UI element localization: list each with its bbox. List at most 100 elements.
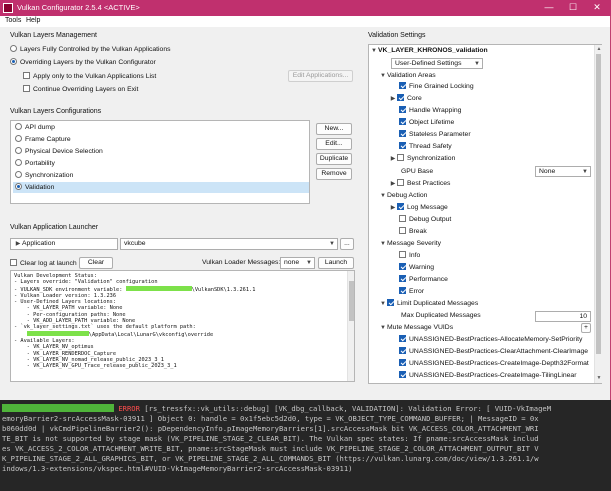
max-duplicated-input[interactable]: 10 bbox=[535, 311, 591, 322]
chevron-right-icon[interactable]: ▶ bbox=[14, 239, 22, 249]
edit-configuration-button[interactable]: Edit... bbox=[316, 138, 352, 150]
chevron-down-icon[interactable]: ▼ bbox=[379, 323, 387, 333]
vuid-item[interactable]: UNASSIGNED-BestPractices-ClearAttachment… bbox=[399, 347, 588, 357]
checkbox-continue-on-exit[interactable]: Continue Overriding Layers on Exit bbox=[23, 85, 138, 93]
checkbox[interactable] bbox=[399, 106, 406, 113]
vuid-item[interactable]: UNASSIGNED-BestPractices-AllocateMemory-… bbox=[399, 335, 582, 345]
chevron-right-icon[interactable]: ▶ bbox=[389, 203, 397, 213]
application-select[interactable]: vkcube ▼ bbox=[120, 238, 338, 250]
config-item-portability[interactable]: Portability bbox=[13, 158, 309, 169]
validation-settings-tree[interactable]: ▼VK_LAYER_KHRONOS_validation User-Define… bbox=[368, 44, 602, 384]
setting-limit-duplicated[interactable]: ▼ Limit Duplicated Messages bbox=[379, 299, 478, 309]
setting-debug-output[interactable]: Debug Output bbox=[399, 215, 451, 225]
setting-break[interactable]: Break bbox=[399, 227, 427, 237]
checkbox[interactable] bbox=[23, 72, 30, 79]
add-vuid-button[interactable]: + bbox=[581, 323, 591, 333]
settings-scrollbar[interactable]: ▲ ▼ bbox=[594, 45, 602, 383]
radio-button[interactable] bbox=[15, 135, 22, 142]
node-debug-action[interactable]: ▼Debug Action bbox=[379, 191, 427, 201]
chevron-right-icon[interactable]: ▶ bbox=[389, 154, 397, 164]
node-message-severity[interactable]: ▼Message Severity bbox=[379, 239, 441, 249]
checkbox-apply-only[interactable]: Apply only to the Vulkan Applications Li… bbox=[23, 72, 156, 80]
setting-log-message[interactable]: ▶ Log Message bbox=[389, 203, 448, 213]
checkbox[interactable] bbox=[399, 215, 406, 222]
setting-core[interactable]: ▶ Core bbox=[389, 94, 422, 104]
checkbox[interactable] bbox=[399, 263, 406, 270]
clear-log-button[interactable]: Clear bbox=[79, 257, 113, 269]
config-item-synchronization[interactable]: Synchronization bbox=[13, 170, 309, 181]
layer-node[interactable]: ▼VK_LAYER_KHRONOS_validation bbox=[370, 46, 488, 56]
checkbox[interactable] bbox=[23, 85, 30, 92]
chevron-down-icon[interactable]: ▼ bbox=[379, 299, 387, 309]
config-item-frame-capture[interactable]: Frame Capture bbox=[13, 134, 309, 145]
config-item-validation[interactable]: Validation bbox=[13, 182, 309, 193]
setting-performance[interactable]: Performance bbox=[399, 275, 448, 285]
configurations-list[interactable]: API dump Frame Capture Physical Device S… bbox=[10, 120, 310, 204]
duplicate-configuration-button[interactable]: Duplicate bbox=[316, 153, 352, 165]
checkbox[interactable] bbox=[399, 251, 406, 258]
radio-button[interactable] bbox=[15, 171, 22, 178]
checkbox[interactable] bbox=[397, 94, 404, 101]
radio-button[interactable] bbox=[15, 147, 22, 154]
scroll-down-icon[interactable]: ▼ bbox=[595, 374, 603, 382]
chevron-right-icon[interactable]: ▶ bbox=[389, 94, 397, 104]
checkbox[interactable] bbox=[399, 142, 406, 149]
loader-messages-select[interactable]: none ▼ bbox=[280, 257, 315, 269]
chevron-down-icon[interactable]: ▼ bbox=[379, 191, 387, 201]
setting-thread-safety[interactable]: Thread Safety bbox=[399, 142, 452, 152]
browse-application-button[interactable]: ... bbox=[340, 238, 354, 250]
setting-fine-grained-locking[interactable]: Fine Grained Locking bbox=[399, 82, 474, 92]
checkbox[interactable] bbox=[397, 179, 404, 186]
checkbox[interactable] bbox=[399, 287, 406, 294]
edit-applications-button[interactable]: Edit Applications... bbox=[288, 70, 353, 82]
config-item-api-dump[interactable]: API dump bbox=[13, 122, 309, 133]
radio-button[interactable] bbox=[15, 183, 22, 190]
checkbox[interactable] bbox=[399, 227, 406, 234]
setting-stateless-parameter[interactable]: Stateless Parameter bbox=[399, 130, 471, 140]
checkbox[interactable] bbox=[397, 203, 404, 210]
checkbox[interactable] bbox=[387, 299, 394, 306]
scroll-up-icon[interactable]: ▲ bbox=[595, 45, 603, 53]
new-configuration-button[interactable]: New... bbox=[316, 123, 352, 135]
setting-error[interactable]: Error bbox=[399, 287, 424, 297]
setting-object-lifetime[interactable]: Object Lifetime bbox=[399, 118, 454, 128]
scroll-thumb[interactable] bbox=[596, 54, 601, 354]
checkbox-clear-log[interactable]: Clear log at launch bbox=[10, 259, 77, 267]
node-validation-areas[interactable]: ▼Validation Areas bbox=[379, 71, 436, 81]
checkbox[interactable] bbox=[399, 371, 406, 378]
radio-override[interactable]: Overriding Layers by the Vulkan Configur… bbox=[10, 58, 156, 66]
menu-tools[interactable]: Tools bbox=[5, 17, 21, 24]
minimize-button[interactable]: — bbox=[537, 0, 561, 16]
checkbox[interactable] bbox=[399, 347, 406, 354]
checkbox[interactable] bbox=[399, 335, 406, 342]
setting-best-practices[interactable]: ▶ Best Practices bbox=[389, 179, 450, 189]
config-item-physical-device-selection[interactable]: Physical Device Selection bbox=[13, 146, 309, 157]
launch-button[interactable]: Launch bbox=[318, 257, 354, 269]
setting-info[interactable]: Info bbox=[399, 251, 420, 261]
checkbox[interactable] bbox=[399, 118, 406, 125]
node-mute-vuids[interactable]: ▼Mute Message VUIDs bbox=[379, 323, 453, 333]
radio-button[interactable] bbox=[10, 45, 17, 52]
setting-synchronization[interactable]: ▶ Synchronization bbox=[389, 154, 455, 164]
menu-help[interactable]: Help bbox=[26, 17, 40, 24]
vuid-item[interactable]: UNASSIGNED-BestPractices-CreateImage-Dep… bbox=[399, 359, 589, 369]
checkbox[interactable] bbox=[10, 259, 17, 266]
scroll-thumb[interactable] bbox=[349, 281, 354, 321]
radio-button[interactable] bbox=[15, 159, 22, 166]
checkbox[interactable] bbox=[399, 359, 406, 366]
radio-apps-control[interactable]: Layers Fully Controlled by the Vulkan Ap… bbox=[10, 45, 171, 53]
setting-handle-wrapping[interactable]: Handle Wrapping bbox=[399, 106, 461, 116]
vuid-item[interactable]: UNASSIGNED-BestPractices-CreateImage-Til… bbox=[399, 371, 576, 381]
maximize-button[interactable]: ☐ bbox=[561, 0, 585, 16]
chevron-right-icon[interactable]: ▶ bbox=[389, 179, 397, 189]
setting-warning[interactable]: Warning bbox=[399, 263, 434, 273]
checkbox[interactable] bbox=[399, 82, 406, 89]
log-scrollbar[interactable] bbox=[347, 271, 354, 381]
checkbox[interactable] bbox=[399, 130, 406, 137]
remove-configuration-button[interactable]: Remove bbox=[316, 168, 352, 180]
checkbox[interactable] bbox=[397, 154, 404, 161]
chevron-down-icon[interactable]: ▼ bbox=[379, 71, 387, 81]
launcher-log[interactable]: Vulkan Development Status: - Layers overr… bbox=[10, 270, 355, 382]
chevron-down-icon[interactable]: ▼ bbox=[379, 239, 387, 249]
close-button[interactable]: ✕ bbox=[585, 0, 609, 16]
